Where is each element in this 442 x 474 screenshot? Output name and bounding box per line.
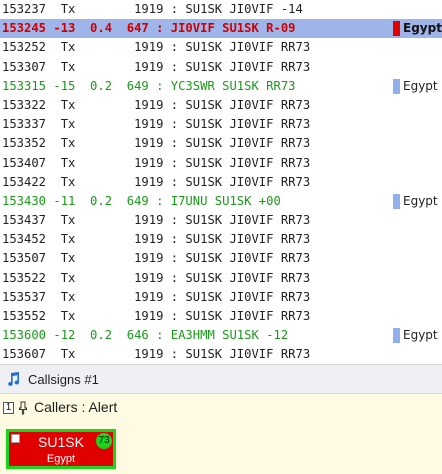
log-row-text: 153422 Tx 1919 : SU1SK JI0VIF RR73 [2, 174, 311, 189]
log-row-rx[interactable]: 153600 -12 0.2 646 : EA3HMM SU1SK -12 Egy… [0, 326, 442, 346]
pin-icon[interactable] [18, 401, 28, 415]
caller-card[interactable]: SU1SK Egypt 73 [6, 429, 116, 469]
log-row-text: 153337 Tx 1919 : SU1SK JI0VIF RR73 [2, 117, 311, 132]
log-row-tx[interactable]: 153437 Tx 1919 : SU1SK JI0VIF RR73 [0, 211, 442, 231]
log-row-text: 153322 Tx 1919 : SU1SK JI0VIF RR73 [2, 97, 311, 112]
log-row-rx[interactable]: 153315 -15 0.2 649 : YC3SWR SU1SK RR73 Eg… [0, 76, 442, 96]
caller-badge: 73 [96, 433, 112, 449]
log-row-country: Egypt [403, 328, 438, 343]
log-row-text: 153252 Tx 1919 : SU1SK JI0VIF RR73 [2, 40, 311, 55]
log-row-tx[interactable]: 153537 Tx 1919 : SU1SK JI0VIF RR73 [0, 287, 442, 307]
log-row-tx[interactable]: 153607 Tx 1919 : SU1SK JI0VIF RR73 [0, 345, 442, 364]
log-row-country: Egypt [403, 21, 442, 36]
panel-title: Callers : Alert [34, 399, 118, 415]
log-row-text: 153315 -15 0.2 649 : YC3SWR SU1SK RR73 [2, 78, 296, 93]
decode-log[interactable]: 153237 Tx 1919 : SU1SK JI0VIF -14 153245 … [0, 0, 442, 364]
log-row-text: 153237 Tx 1919 : SU1SK JI0VIF -14 [2, 2, 303, 16]
panel-index-icon[interactable]: 1 [3, 402, 14, 414]
log-row-tx[interactable]: 153307 Tx 1919 : SU1SK JI0VIF RR73 [0, 57, 442, 77]
log-row-country: Egypt [403, 78, 438, 93]
log-row-tx[interactable]: 153452 Tx 1919 : SU1SK JI0VIF RR73 [0, 230, 442, 250]
log-row-text: 153522 Tx 1919 : SU1SK JI0VIF RR73 [2, 270, 311, 285]
country-marker [393, 21, 400, 37]
log-row-text: 153430 -11 0.2 649 : I7UNU SU1SK +00 [2, 193, 281, 208]
country-marker [393, 328, 400, 344]
log-row-tx[interactable]: 153522 Tx 1919 : SU1SK JI0VIF RR73 [0, 268, 442, 288]
log-row-text: 153607 Tx 1919 : SU1SK JI0VIF RR73 [2, 347, 311, 362]
log-row-text: 153245 -13 0.4 647 : JI0VIF SU1SK R-09 [2, 21, 296, 36]
log-row-text: 153407 Tx 1919 : SU1SK JI0VIF RR73 [2, 155, 311, 170]
caller-country: Egypt [46, 453, 76, 465]
country-marker [393, 193, 400, 209]
log-row-tx[interactable]: 153507 Tx 1919 : SU1SK JI0VIF RR73 [0, 249, 442, 269]
log-row-tx[interactable]: 153237 Tx 1919 : SU1SK JI0VIF -14 [0, 0, 442, 20]
country-marker [393, 78, 400, 94]
window-title: Callsigns #1 [28, 372, 99, 387]
log-row-text: 153537 Tx 1919 : SU1SK JI0VIF RR73 [2, 289, 311, 304]
log-row-tx[interactable]: 153352 Tx 1919 : SU1SK JI0VIF RR73 [0, 134, 442, 154]
log-row-text: 153507 Tx 1919 : SU1SK JI0VIF RR73 [2, 251, 311, 266]
log-row-text: 153600 -12 0.2 646 : EA3HMM SU1SK -12 [2, 328, 289, 343]
callers-alert-panel: 1 Callers : Alert SU1SK Egypt 73 [0, 394, 442, 474]
music-note-icon [8, 372, 20, 386]
log-row-text: 153437 Tx 1919 : SU1SK JI0VIF RR73 [2, 213, 311, 228]
log-row-text: 153307 Tx 1919 : SU1SK JI0VIF RR73 [2, 59, 311, 74]
log-row-text: 153552 Tx 1919 : SU1SK JI0VIF RR73 [2, 309, 311, 323]
log-row-tx[interactable]: 153552 Tx 1919 : SU1SK JI0VIF RR73 [0, 307, 442, 327]
log-row-tx[interactable]: 153337 Tx 1919 : SU1SK JI0VIF RR73 [0, 115, 442, 135]
log-row-country: Egypt [403, 193, 438, 208]
log-row-rx[interactable]: 153430 -11 0.2 649 : I7UNU SU1SK +00 Egyp… [0, 191, 442, 212]
log-row-tx[interactable]: 153252 Tx 1919 : SU1SK JI0VIF RR73 [0, 38, 442, 58]
log-row-tx[interactable]: 153422 Tx 1919 : SU1SK JI0VIF RR73 [0, 172, 442, 192]
log-row-highlighted[interactable]: 153245 -13 0.4 647 : JI0VIF SU1SK R-09 Eg… [0, 19, 442, 39]
log-row-text: 153352 Tx 1919 : SU1SK JI0VIF RR73 [2, 136, 311, 151]
callsigns-window-titlebar[interactable]: Callsigns #1 [0, 364, 442, 394]
log-row-tx[interactable]: 153407 Tx 1919 : SU1SK JI0VIF RR73 [0, 153, 442, 173]
log-row-text: 153452 Tx 1919 : SU1SK JI0VIF RR73 [2, 232, 311, 247]
log-row-tx[interactable]: 153322 Tx 1919 : SU1SK JI0VIF RR73 [0, 95, 442, 116]
